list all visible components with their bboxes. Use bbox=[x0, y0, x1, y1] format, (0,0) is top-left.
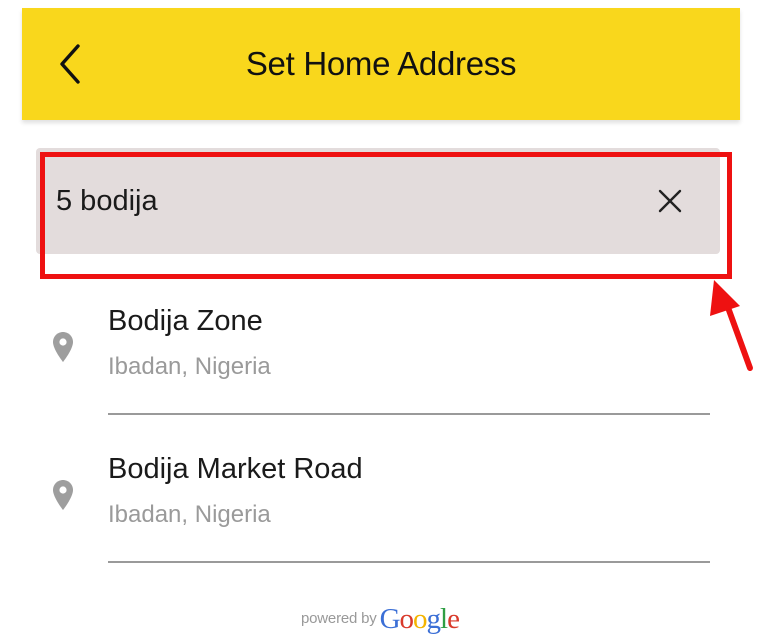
google-logo-letter: e bbox=[447, 603, 460, 635]
suggestion-item[interactable]: Bodija Market Road Ibadan, Nigeria bbox=[40, 433, 710, 563]
google-logo-letter: o bbox=[399, 603, 414, 635]
google-logo-letter: o bbox=[413, 603, 427, 635]
search-input[interactable] bbox=[56, 174, 616, 228]
chevron-left-icon bbox=[60, 44, 80, 84]
app-bar: Set Home Address bbox=[22, 8, 740, 120]
clear-search-button[interactable] bbox=[650, 181, 690, 221]
location-pin-icon bbox=[53, 332, 73, 362]
address-search-box bbox=[36, 148, 720, 254]
google-logo-letter: g bbox=[426, 603, 441, 635]
suggestion-title: Bodija Market Road bbox=[108, 453, 363, 485]
location-pin-icon bbox=[53, 480, 73, 510]
screen: Set Home Address Bodija Zone Ibadan, Nig… bbox=[0, 0, 760, 643]
suggestion-title: Bodija Zone bbox=[108, 305, 263, 337]
suggestion-subtitle: Ibadan, Nigeria bbox=[108, 501, 271, 528]
back-button[interactable] bbox=[50, 38, 90, 90]
google-logo-letter: G bbox=[379, 603, 401, 635]
divider bbox=[108, 413, 710, 415]
suggestion-subtitle: Ibadan, Nigeria bbox=[108, 353, 271, 380]
google-attribution: powered by Google bbox=[0, 594, 760, 634]
suggestion-item[interactable]: Bodija Zone Ibadan, Nigeria bbox=[40, 285, 710, 415]
page-title: Set Home Address bbox=[245, 45, 517, 82]
annotation-arrow bbox=[710, 280, 753, 371]
google-logo: Google bbox=[379, 603, 460, 635]
close-icon bbox=[658, 189, 682, 213]
divider bbox=[108, 561, 710, 563]
powered-by-label: powered by bbox=[301, 610, 377, 627]
